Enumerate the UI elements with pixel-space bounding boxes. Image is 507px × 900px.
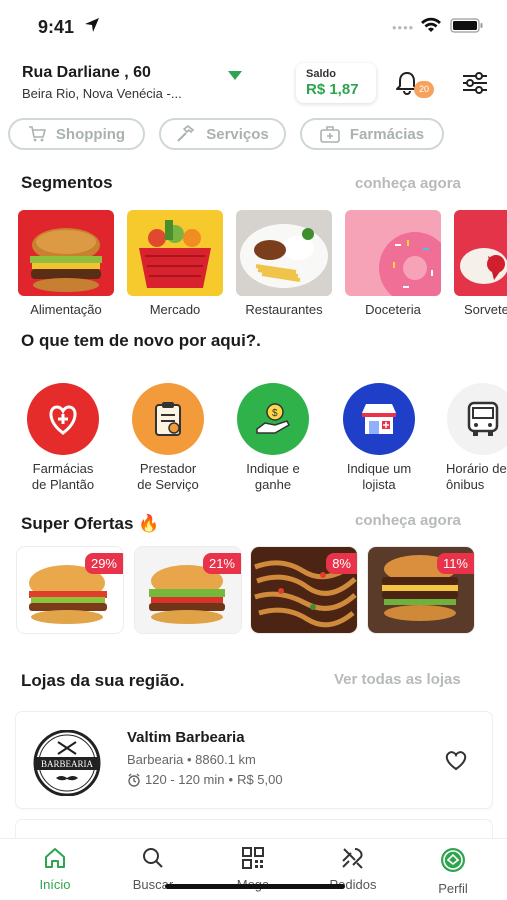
feature-label-line2: ganhe [254, 477, 292, 492]
store-category: Barbearia [127, 752, 184, 767]
segment-label: Alimentação [30, 302, 102, 317]
chip-label: Shopping [55, 125, 126, 143]
location-arrow-icon [85, 18, 99, 32]
cart-icon [28, 126, 46, 142]
store-icon [343, 383, 415, 455]
feature-prestador-servico[interactable]: Prestador de Serviço [123, 383, 213, 493]
segment-doceteria[interactable]: Doceteria [345, 210, 441, 317]
discount-badge: 8% [326, 553, 357, 574]
store-fee: R$ 5,00 [237, 772, 283, 787]
tab-perfil[interactable]: Perfil [413, 847, 493, 896]
home-indicator [165, 884, 345, 889]
segment-label: Sorvete [464, 302, 507, 317]
status-time: 9:41 [38, 17, 75, 37]
chip-shopping[interactable]: Shopping [8, 118, 145, 150]
chevron-down-icon[interactable] [228, 71, 242, 80]
store-distance: 8860.1 km [195, 752, 256, 767]
filter-icon[interactable] [462, 72, 488, 94]
address-selector[interactable]: Rua Darliane , 60 Beira Rio, Nova Venéci… [22, 64, 182, 101]
search-icon [143, 848, 163, 868]
chip-label: Farmácias [349, 125, 425, 143]
segment-label: Doceteria [365, 302, 421, 317]
notification-badge: 20 [414, 81, 434, 98]
utensils-icon [342, 848, 363, 869]
discount-badge: 29% [84, 553, 123, 574]
address-city: Beira Rio, Nova Venécia -... [22, 86, 182, 101]
feature-label-line2: ônibus [446, 477, 485, 492]
offer-card[interactable]: 8% [251, 547, 357, 633]
store-card[interactable]: BARBEARIA Valtim Barbearia Barbearia • 8… [16, 712, 492, 808]
donut-image [345, 210, 441, 296]
feature-indique-lojista[interactable]: Indique um lojista [334, 383, 424, 493]
heart-icon[interactable] [444, 749, 468, 771]
logo-text: BARBEARIA [41, 759, 94, 769]
segment-restaurantes[interactable]: Restaurantes [236, 210, 332, 317]
feature-farmacias-plantao[interactable]: Farmácias de Plantão [18, 383, 108, 493]
money-hand-icon: $ [237, 383, 309, 455]
profile-icon [441, 848, 465, 872]
clock-icon [128, 773, 140, 787]
balance-label: Saldo [306, 68, 336, 80]
segment-alimentacao[interactable]: Alimentação [18, 210, 114, 317]
offer-card[interactable]: 21% [135, 547, 241, 633]
feature-horario-onibus[interactable]: Horário de ônibus [438, 383, 507, 493]
feature-label-line2: de Plantão [31, 477, 95, 492]
feature-label-line2: de Serviço [137, 477, 199, 492]
news-title: O que tem de novo por aqui?. [21, 331, 261, 350]
status-bar: 9:41 •••• [0, 0, 507, 52]
discount-badge: 21% [202, 553, 241, 574]
offers-title: Super Ofertas 🔥 [21, 514, 160, 533]
clipboard-icon [132, 383, 204, 455]
tab-bar: Início Buscar Mega Pedidos Perfil [0, 838, 507, 900]
discount-badge: 11% [436, 553, 474, 574]
feature-label-line1: Horário de [446, 461, 507, 476]
store-time-fee: 120 - 120 min • R$ 5,00 [127, 772, 283, 787]
segment-label: Restaurantes [245, 302, 323, 317]
segment-mercado[interactable]: Mercado [127, 210, 223, 317]
stores-title: Lojas da sua região. [21, 671, 185, 690]
stores-link[interactable]: Ver todas as lojas [334, 671, 461, 688]
qr-code-icon [242, 847, 264, 869]
store-time: 120 - 120 min [145, 772, 225, 787]
barbershop-logo: BARBEARIA [28, 729, 106, 797]
feature-label-line2: lojista [362, 477, 396, 492]
home-icon [45, 848, 65, 868]
bus-icon [447, 383, 507, 455]
tab-label: Perfil [438, 881, 468, 896]
feature-label-line1: Farmácias [32, 461, 94, 476]
balance-card[interactable]: Saldo R$ 1,87 [296, 63, 376, 103]
plate-image [236, 210, 332, 296]
chip-servicos[interactable]: Serviços [159, 118, 286, 150]
chip-label: Serviços [206, 125, 269, 143]
chip-farmacias[interactable]: Farmácias [300, 118, 444, 150]
signal-icon: •••• [392, 20, 415, 35]
battery-icon [450, 18, 483, 33]
pharmacy-icon [27, 383, 99, 455]
offers-link[interactable]: conheça agora [355, 512, 461, 529]
grocery-basket-image [127, 210, 223, 296]
feature-indique-ganhe[interactable]: $ Indique e ganhe [228, 383, 318, 493]
medkit-icon [320, 125, 340, 143]
segment-sorvete[interactable]: Sorvete [454, 210, 507, 317]
segments-title: Segmentos [21, 173, 113, 192]
burger-image [18, 210, 114, 296]
offer-card[interactable]: 29% [17, 547, 123, 633]
feature-label-line1: Indique um [346, 461, 412, 476]
offer-card[interactable]: 11% [368, 547, 474, 633]
hammer-icon [177, 125, 195, 142]
store-category-distance: Barbearia • 8860.1 km [127, 752, 256, 767]
tab-label: Início [39, 877, 71, 892]
store-name: Valtim Barbearia [127, 729, 245, 746]
segment-label: Mercado [149, 302, 201, 317]
balance-value: R$ 1,87 [306, 81, 359, 98]
address-street: Rua Darliane , 60 [22, 64, 151, 81]
strawberry-image [454, 210, 507, 296]
segments-link[interactable]: conheça agora [355, 175, 461, 192]
wifi-icon [421, 17, 441, 32]
feature-label-line1: Indique e [246, 461, 300, 476]
feature-label-line1: Prestador [139, 461, 197, 476]
svg-text:$: $ [272, 408, 278, 419]
tab-inicio[interactable]: Início [15, 847, 95, 892]
